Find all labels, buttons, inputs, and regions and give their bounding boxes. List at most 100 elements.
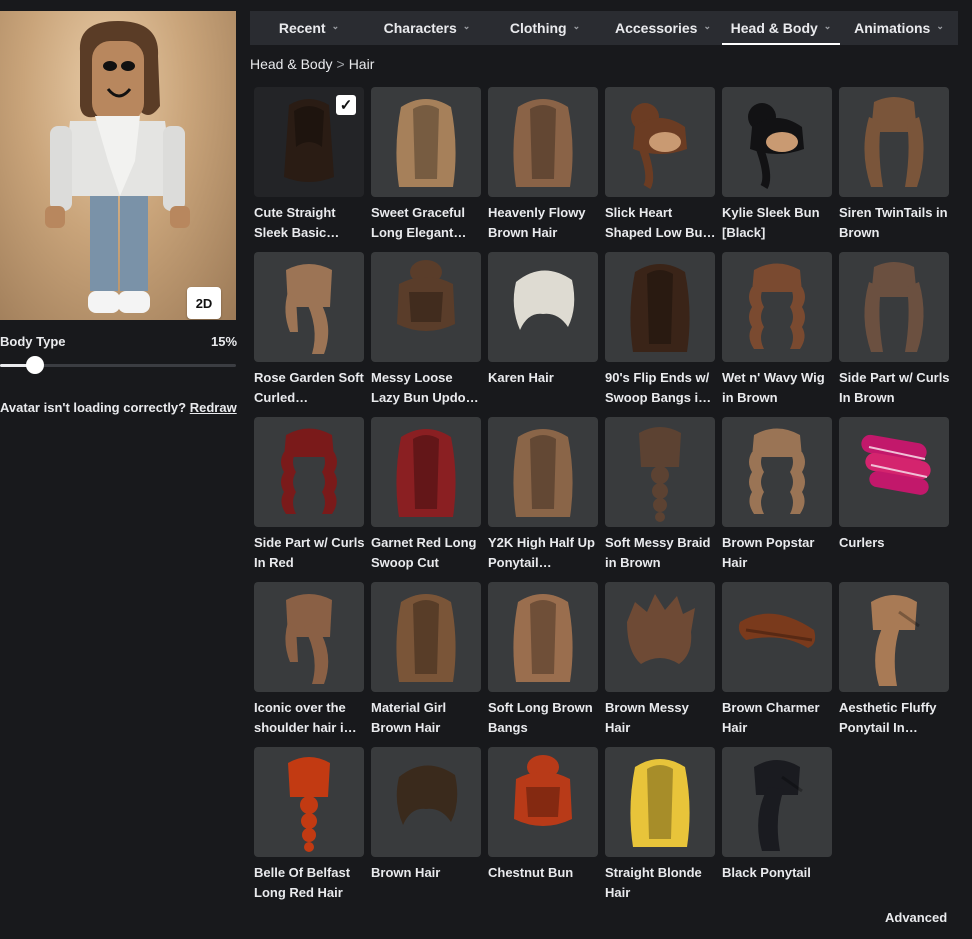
hair-item-card[interactable]: 90's Flip Ends w/ Swoop Bangs i…	[605, 252, 715, 417]
hair-item-card[interactable]: Curlers	[839, 417, 949, 582]
chevron-down-icon: ⌄	[703, 20, 712, 31]
hair-preview-image	[738, 613, 816, 648]
hair-item-name: Curlers	[839, 535, 885, 550]
hair-item-thumbnail[interactable]: ✓	[254, 87, 364, 197]
redraw-link[interactable]: Redraw	[190, 400, 237, 415]
tab-characters[interactable]: Characters ⌄	[368, 11, 486, 45]
body-type-slider[interactable]	[0, 356, 236, 374]
hair-item-card[interactable]: Slick Heart Shaped Low Bu…	[605, 87, 716, 252]
tab-clothing[interactable]: Clothing ⌄	[486, 11, 604, 45]
hair-item-name: Soft Long Brown Bangs	[488, 700, 593, 735]
hair-preview-image	[397, 260, 455, 331]
hair-item-card[interactable]: Y2K High Half Up Ponytail…	[488, 417, 598, 582]
hair-item-name: Aesthetic Fluffy Ponytail In…	[839, 700, 937, 735]
hair-item-card[interactable]: Messy Loose Lazy Bun Updo…	[371, 252, 481, 417]
hair-preview-image	[871, 595, 920, 686]
hair-item-thumbnail[interactable]	[722, 87, 832, 197]
hair-item-thumbnail[interactable]	[254, 582, 364, 692]
hair-item-thumbnail[interactable]	[605, 417, 715, 527]
hair-preview-image	[864, 262, 924, 352]
hair-item-thumbnail[interactable]	[605, 582, 715, 692]
hair-item-card[interactable]: Rose Garden Soft Curled…	[254, 252, 364, 417]
hair-preview-image	[639, 427, 681, 522]
hair-item-thumbnail[interactable]	[254, 417, 364, 527]
hair-preview-image	[861, 434, 931, 495]
hair-item-thumbnail[interactable]	[371, 582, 481, 692]
chevron-down-icon: ⌄	[462, 20, 471, 31]
hair-item-thumbnail[interactable]	[722, 252, 832, 362]
hair-item-card[interactable]: Brown Charmer Hair	[722, 582, 832, 747]
hair-item-card[interactable]: Brown Messy Hair	[605, 582, 715, 747]
hair-preview-image	[630, 759, 690, 847]
hair-item-thumbnail[interactable]	[605, 252, 715, 362]
hair-item-thumbnail[interactable]	[254, 252, 364, 362]
hair-item-thumbnail[interactable]	[839, 417, 949, 527]
hair-item-thumbnail[interactable]	[371, 747, 481, 857]
hair-item-thumbnail[interactable]	[488, 417, 598, 527]
category-nav: Recent ⌄ Characters ⌄ Clothing ⌄ Accessorie…	[250, 11, 958, 45]
hair-preview-image	[396, 429, 456, 517]
hair-item-card[interactable]: Side Part w/ Curls In Brown	[839, 252, 950, 417]
hair-preview-image	[748, 103, 804, 190]
tab-label: Clothing	[509, 20, 567, 36]
hair-item-thumbnail[interactable]	[605, 747, 715, 857]
hair-item-card[interactable]: Soft Messy Braid in Brown	[605, 417, 715, 582]
hair-item-thumbnail[interactable]	[371, 417, 481, 527]
hair-item-card[interactable]: Side Part w/ Curls In Red	[254, 417, 365, 582]
tab-animations[interactable]: Animations ⌄	[840, 11, 958, 45]
hair-item-card[interactable]: ✓ Cute Straight Sleek Basic…	[254, 87, 364, 252]
hair-item-thumbnail[interactable]	[722, 747, 832, 857]
hair-item-card[interactable]: Belle Of Belfast Long Red Hair	[254, 747, 364, 912]
tab-accessories[interactable]: Accessories ⌄	[604, 11, 722, 45]
hair-item-card[interactable]: Siren TwinTails in Brown	[839, 87, 949, 252]
hair-item-thumbnail[interactable]	[488, 582, 598, 692]
hair-item-card[interactable]: Material Girl Brown Hair	[371, 582, 481, 747]
hair-item-name: Chestnut Bun	[488, 865, 574, 880]
hair-item-thumbnail[interactable]	[839, 87, 949, 197]
hair-item-thumbnail[interactable]	[839, 252, 949, 362]
hair-item-card[interactable]: Soft Long Brown Bangs	[488, 582, 598, 747]
hair-preview-image	[514, 755, 572, 826]
hair-item-card[interactable]: Sweet Graceful Long Elegant…	[371, 87, 481, 252]
advanced-button[interactable]: Advanced	[885, 910, 947, 925]
hair-item-name: Side Part w/ Curls In Red	[254, 535, 365, 570]
hair-item-thumbnail[interactable]	[722, 417, 832, 527]
hair-item-thumbnail[interactable]	[371, 252, 481, 362]
hair-item-thumbnail[interactable]	[488, 747, 598, 857]
hair-item-thumbnail[interactable]	[371, 87, 481, 197]
breadcrumb-parent[interactable]: Head & Body	[250, 56, 333, 72]
hair-item-card[interactable]: Kylie Sleek Bun [Black]	[722, 87, 832, 252]
tab-head-and-body[interactable]: Head & Body ⌄	[722, 11, 840, 45]
hair-item-card[interactable]: Garnet Red Long Swoop Cut	[371, 417, 481, 582]
hair-item-card[interactable]: Straight Blonde Hair	[605, 747, 715, 912]
hair-item-card[interactable]: Aesthetic Fluffy Ponytail In…	[839, 582, 949, 747]
hair-item-thumbnail[interactable]	[605, 87, 715, 197]
hair-item-name: Kylie Sleek Bun [Black]	[722, 205, 820, 240]
avatar-preview[interactable]: 2D	[0, 11, 236, 320]
hair-item-card[interactable]: Iconic over the shoulder hair i…	[254, 582, 364, 747]
hair-item-card[interactable]: Black Ponytail	[722, 747, 832, 912]
tab-recent[interactable]: Recent ⌄	[250, 11, 368, 45]
slider-thumb[interactable]	[26, 356, 45, 374]
tab-label: Accessories	[614, 20, 698, 36]
hair-item-card[interactable]: Chestnut Bun	[488, 747, 598, 912]
view-2d-toggle-button[interactable]: 2D	[187, 287, 221, 319]
hair-item-card[interactable]: Wet n' Wavy Wig in Brown	[722, 252, 832, 417]
hair-preview-image	[285, 594, 332, 684]
hair-item-name: Siren TwinTails in Brown	[839, 205, 948, 240]
hair-item-card[interactable]: Brown Popstar Hair	[722, 417, 832, 582]
hair-item-thumbnail[interactable]	[722, 582, 832, 692]
body-type-value: 15%	[211, 334, 238, 349]
hair-item-thumbnail[interactable]	[254, 747, 364, 857]
hair-item-card[interactable]: Heavenly Flowy Brown Hair	[488, 87, 598, 252]
chevron-down-icon: ⌄	[823, 20, 832, 31]
hair-item-card[interactable]: Karen Hair	[488, 252, 598, 417]
hair-item-name: Messy Loose Lazy Bun Updo…	[371, 370, 479, 405]
hair-item-card[interactable]: Brown Hair	[371, 747, 481, 912]
hair-item-thumbnail[interactable]	[488, 252, 598, 362]
hair-preview-image	[285, 264, 332, 354]
hair-item-thumbnail[interactable]	[488, 87, 598, 197]
hair-item-thumbnail[interactable]	[839, 582, 949, 692]
breadcrumb: Head & Body > Hair	[250, 56, 374, 72]
hair-item-name: Sweet Graceful Long Elegant…	[371, 205, 467, 240]
